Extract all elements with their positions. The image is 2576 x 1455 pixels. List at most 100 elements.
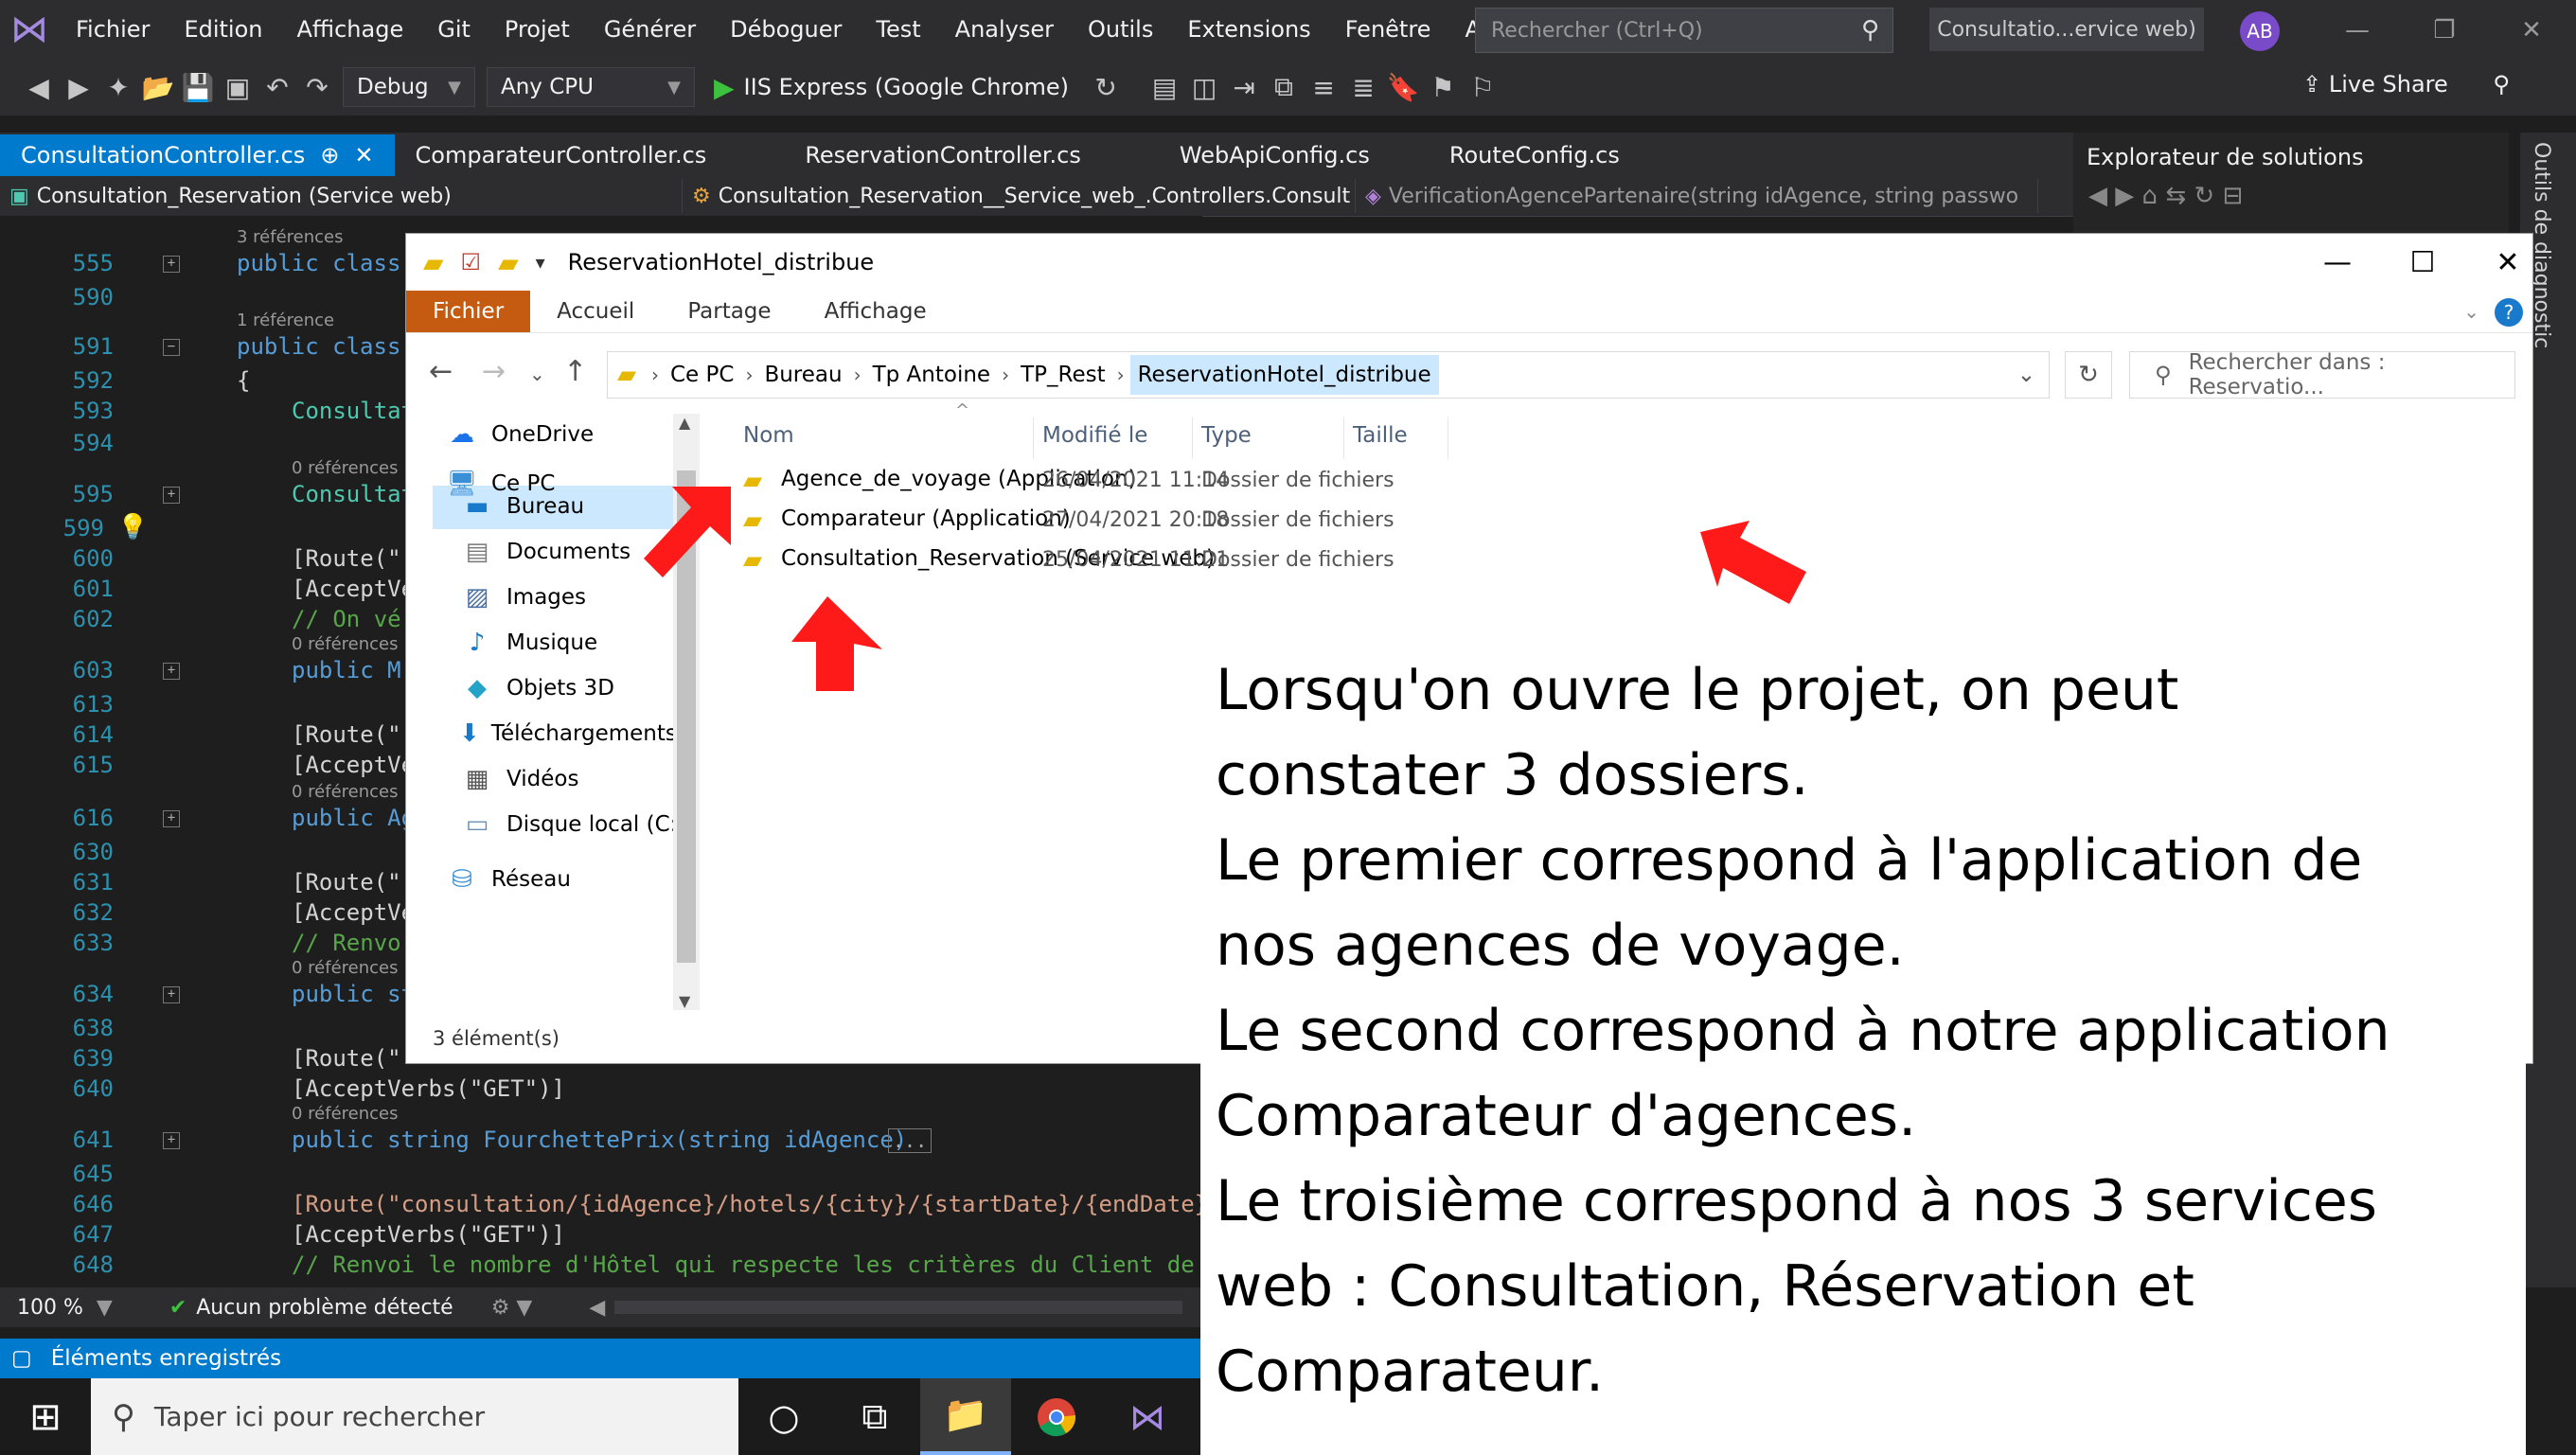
home-icon[interactable]: ⌂	[2142, 182, 2166, 210]
forward-icon[interactable]: ▶	[59, 72, 98, 103]
sync-icon[interactable]: ⇆	[2165, 182, 2194, 210]
reference-count[interactable]: 0 références	[292, 1104, 399, 1125]
bookmark-prev-icon[interactable]: ⚑	[1423, 72, 1463, 103]
menu-git[interactable]: Git	[420, 0, 488, 59]
refresh-icon[interactable]: ↻	[1086, 72, 1126, 103]
bookmark-next-icon[interactable]: ⚐	[1463, 72, 1502, 103]
scroll-left-icon[interactable]: ◀	[589, 1296, 605, 1320]
refresh-icon[interactable]: ↻	[2065, 351, 2112, 399]
ribbon-tab-partage[interactable]: Partage	[661, 291, 797, 332]
tab-reservation-controller[interactable]: ReservationController.cs	[784, 134, 1102, 176]
tab-webapiconfig[interactable]: WebApiConfig.cs	[1159, 134, 1391, 176]
tab-routeconfig[interactable]: RouteConfig.cs	[1429, 134, 1641, 176]
properties-icon[interactable]: ☑	[461, 249, 482, 275]
expand-icon[interactable]: +	[163, 487, 180, 504]
expand-ribbon-icon[interactable]: ⌄	[2463, 300, 2479, 323]
breadcrumb-current-folder[interactable]: ReservationHotel_distribue	[1129, 355, 1439, 395]
nav-videos[interactable]: ▦ Vidéos	[459, 758, 579, 800]
nav-disque-local[interactable]: ▭ Disque local (C:)	[459, 804, 686, 845]
windows-start-icon[interactable]: ⊞	[0, 1378, 91, 1455]
browse-icon[interactable]: ▤	[1145, 72, 1184, 103]
breadcrumb-tp-rest[interactable]: TP_Rest	[1015, 363, 1111, 387]
close-icon[interactable]: ✕	[354, 142, 373, 169]
forward-arrow-icon[interactable]: →	[482, 355, 506, 388]
class-nav-select[interactable]: ⚙ Consultation_Reservation__Service_web_.…	[683, 179, 1356, 213]
zoom-level[interactable]: 100 %	[17, 1296, 83, 1320]
chevron-down-icon[interactable]: ▾	[536, 251, 545, 274]
explorer-search-box[interactable]: ⚲ Rechercher dans : Reservatio...	[2129, 350, 2515, 399]
expand-icon[interactable]: +	[163, 986, 180, 1003]
tab-consultation-controller[interactable]: ConsultationController.cs ⊕ ✕	[0, 134, 395, 176]
nav-images[interactable]: ▨ Images	[459, 577, 586, 618]
expand-icon[interactable]: +	[163, 810, 180, 827]
file-explorer-icon[interactable]: 📁	[920, 1378, 1011, 1455]
nav-bureau[interactable]: ▬ Bureau	[459, 486, 584, 527]
reference-count[interactable]: 0 références	[292, 634, 399, 655]
column-header-nom[interactable]: Nom	[743, 423, 794, 448]
menu-extensions[interactable]: Extensions	[1170, 0, 1327, 59]
reference-count[interactable]: 0 références	[292, 782, 399, 803]
taskbar-search-box[interactable]: ⚲ Taper ici pour rechercher	[91, 1378, 738, 1455]
live-share-button[interactable]: ⇪ Live Share ⚲	[2302, 71, 2510, 98]
new-folder-icon[interactable]: ▰	[498, 247, 519, 278]
ribbon-tab-accueil[interactable]: Accueil	[530, 291, 661, 332]
new-item-icon[interactable]: ✦	[98, 72, 138, 103]
nav-musique[interactable]: ♪ Musique	[459, 622, 597, 664]
run-button[interactable]: ▶ IIS Express (Google Chrome)	[714, 72, 1069, 103]
reference-count[interactable]: 0 références	[292, 958, 399, 979]
menu-test[interactable]: Test	[859, 0, 937, 59]
chevron-down-icon[interactable]: ▼	[97, 1296, 113, 1320]
menu-analyser[interactable]: Analyser	[938, 0, 1071, 59]
horizontal-scrollbar[interactable]	[614, 1301, 1183, 1314]
visual-studio-icon[interactable]: ⋈	[1102, 1378, 1193, 1455]
file-row-consultation[interactable]: ▰ Consultation_Reservation (Service web)…	[728, 541, 1732, 578]
breadcrumb-ce-pc[interactable]: Ce PC	[665, 363, 739, 387]
lightbulb-icon[interactable]: 💡	[117, 513, 148, 541]
column-header-modifie[interactable]: Modifié le	[1042, 423, 1147, 448]
column-separator[interactable]	[1192, 417, 1193, 459]
reference-count[interactable]: 3 références	[237, 227, 344, 248]
nav-onedrive[interactable]: ☁ OneDrive	[444, 414, 594, 455]
redo-icon[interactable]: ↷	[297, 72, 337, 103]
feedback-icon[interactable]: ⚲	[2493, 71, 2510, 98]
back-icon[interactable]: ◀	[19, 72, 59, 103]
nav-objets-3d[interactable]: ◆ Objets 3D	[459, 667, 614, 709]
column-header-type[interactable]: Type	[1201, 423, 1252, 448]
reference-count[interactable]: 1 référence	[237, 311, 334, 331]
menu-outils[interactable]: Outils	[1071, 0, 1170, 59]
windows-icon[interactable]: ⧉	[1264, 71, 1304, 103]
nav-documents[interactable]: ▤ Documents	[459, 531, 631, 573]
collapse-icon[interactable]: ⊟	[2222, 182, 2243, 210]
menu-affichage[interactable]: Affichage	[279, 0, 420, 59]
column-separator[interactable]	[1033, 417, 1034, 459]
menu-deboguer[interactable]: Déboguer	[713, 0, 859, 59]
pin-icon[interactable]: ⊕	[320, 142, 339, 169]
ribbon-tab-affichage[interactable]: Affichage	[798, 291, 953, 332]
expand-icon[interactable]: +	[163, 256, 180, 273]
reference-count[interactable]: 0 références	[292, 458, 399, 479]
expand-icon[interactable]: +	[163, 663, 180, 680]
file-row-agence[interactable]: ▰ Agence_de_voyage (Application) 26/04/2…	[728, 461, 1732, 499]
breadcrumb-bureau[interactable]: Bureau	[758, 363, 847, 387]
indent-icon[interactable]: ≡	[1304, 72, 1343, 103]
minimize-icon[interactable]: —	[2329, 9, 2386, 51]
recent-chevron-icon[interactable]: ⌄	[529, 363, 545, 385]
chrome-icon[interactable]	[1011, 1378, 1102, 1455]
scroll-up-icon[interactable]: ▲	[679, 414, 690, 432]
breadcrumb-tp-antoine[interactable]: Tp Antoine	[867, 363, 996, 387]
file-row-comparateur[interactable]: ▰ Comparateur (Application) 27/04/2021 2…	[728, 501, 1732, 539]
restore-icon[interactable]: ❐	[2416, 9, 2473, 51]
ribbon-tab-fichier[interactable]: Fichier	[406, 291, 531, 332]
back-arrow-icon[interactable]: ←	[429, 355, 453, 388]
close-icon[interactable]: ✕	[2470, 241, 2546, 283]
undo-icon[interactable]: ↶	[258, 72, 297, 103]
column-separator[interactable]	[1343, 417, 1344, 459]
menu-edition[interactable]: Edition	[167, 0, 279, 59]
menu-fenetre[interactable]: Fenêtre	[1328, 0, 1448, 59]
minimize-icon[interactable]: —	[2300, 241, 2375, 283]
problems-label[interactable]: Aucun problème détecté	[196, 1296, 453, 1320]
save-all-icon[interactable]: ▣	[218, 72, 258, 103]
vs-search-box[interactable]: Rechercher (Ctrl+Q) ⚲	[1475, 8, 1893, 53]
solution-name-badge[interactable]: Consultatio...ervice web)	[1929, 8, 2204, 51]
column-header-taille[interactable]: Taille	[1353, 423, 1408, 448]
